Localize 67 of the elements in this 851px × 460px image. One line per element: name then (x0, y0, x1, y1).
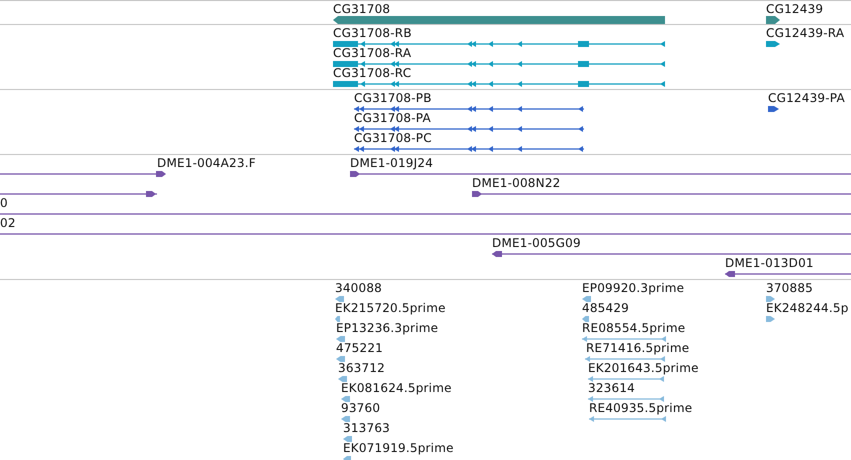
est-feature-glyph[interactable] (766, 295, 775, 303)
feature-label: DME1-005G09 (492, 237, 581, 250)
clone-feature-glyph[interactable] (725, 270, 851, 278)
est-feature-glyph[interactable] (341, 395, 350, 403)
est-feature-glyph[interactable] (336, 355, 345, 363)
est-feature-glyph[interactable] (343, 435, 352, 443)
feature-label: CG31708-RA (333, 47, 412, 60)
est-feature-glyph[interactable] (588, 375, 664, 383)
feature-label: CG31708-PA (354, 112, 431, 125)
feature-label: EK081624.5prime (341, 382, 452, 395)
feature-label: CG31708 (333, 3, 390, 16)
transcript-feature-glyph[interactable] (333, 40, 665, 48)
feature-label: 475221 (336, 342, 384, 355)
est-feature-glyph[interactable] (589, 415, 666, 423)
protein-feature-glyph[interactable] (768, 105, 779, 113)
clone-feature-glyph[interactable] (472, 190, 851, 198)
est-feature-glyph[interactable] (582, 315, 589, 323)
est-feature-glyph[interactable] (766, 315, 775, 323)
feature-label: 93760 (341, 402, 380, 415)
feature-label: RE40935.5prime (589, 402, 692, 415)
feature-label: DME1-019J24 (350, 157, 434, 170)
feature-label: EP13236.3prime (336, 322, 438, 335)
feature-label: CG31708-PC (354, 132, 432, 145)
clone-feature-glyph[interactable] (492, 250, 851, 258)
est-feature-glyph[interactable] (341, 415, 350, 423)
feature-label: DME1-008N22 (472, 177, 560, 190)
est-feature-glyph[interactable] (582, 295, 591, 303)
feature-label: EP09920.3prime (582, 282, 684, 295)
transcript-feature-glyph[interactable] (333, 60, 665, 68)
feature-label: CG12439-PA (768, 92, 845, 105)
est-feature-glyph[interactable] (585, 355, 665, 363)
feature-label: 323614 (588, 382, 636, 395)
clone-feature-glyph[interactable] (350, 170, 851, 178)
feature-label: 313763 (343, 422, 390, 435)
est-feature-glyph[interactable] (338, 375, 347, 383)
protein-feature-glyph[interactable] (354, 145, 584, 153)
est-feature-glyph[interactable] (588, 395, 664, 403)
protein-feature-glyph[interactable] (354, 105, 584, 113)
gene-feature-glyph[interactable] (766, 16, 780, 24)
est-feature-glyph[interactable] (336, 335, 345, 343)
feature-label: EK248244.5p (766, 302, 849, 315)
feature-label: 0 (0, 197, 8, 210)
feature-label: EK201643.5prime (588, 362, 699, 375)
est-feature-glyph[interactable] (335, 315, 340, 323)
feature-label: DME1-013D01 (725, 257, 814, 270)
est-feature-glyph[interactable] (582, 335, 666, 343)
feature-label: DME1-004A23.F (157, 157, 256, 170)
feature-label: EK215720.5prime (335, 302, 446, 315)
clone-feature-glyph[interactable] (0, 190, 157, 198)
feature-label: 485429 (582, 302, 630, 315)
transcript-feature-glyph[interactable] (333, 80, 665, 88)
protein-feature-glyph[interactable] (354, 125, 584, 133)
feature-label: CG31708-PB (354, 92, 432, 105)
feature-label: CG12439 (766, 3, 824, 16)
feature-label: 370885 (766, 282, 814, 295)
feature-label: RE08554.5prime (582, 322, 686, 335)
feature-label: CG12439-RA (766, 27, 844, 40)
feature-label: 02 (0, 217, 16, 230)
transcript-feature-glyph[interactable] (766, 40, 780, 48)
feature-label: CG31708-RB (333, 27, 412, 40)
est-feature-glyph[interactable] (335, 295, 344, 303)
feature-label: RE71416.5prime (586, 342, 690, 355)
feature-label: 363712 (338, 362, 386, 375)
feature-label: CG31708-RC (333, 67, 412, 80)
clone-feature-glyph[interactable] (0, 170, 165, 178)
feature-label: 340088 (335, 282, 382, 295)
feature-label: EK071919.5prime (343, 442, 454, 455)
